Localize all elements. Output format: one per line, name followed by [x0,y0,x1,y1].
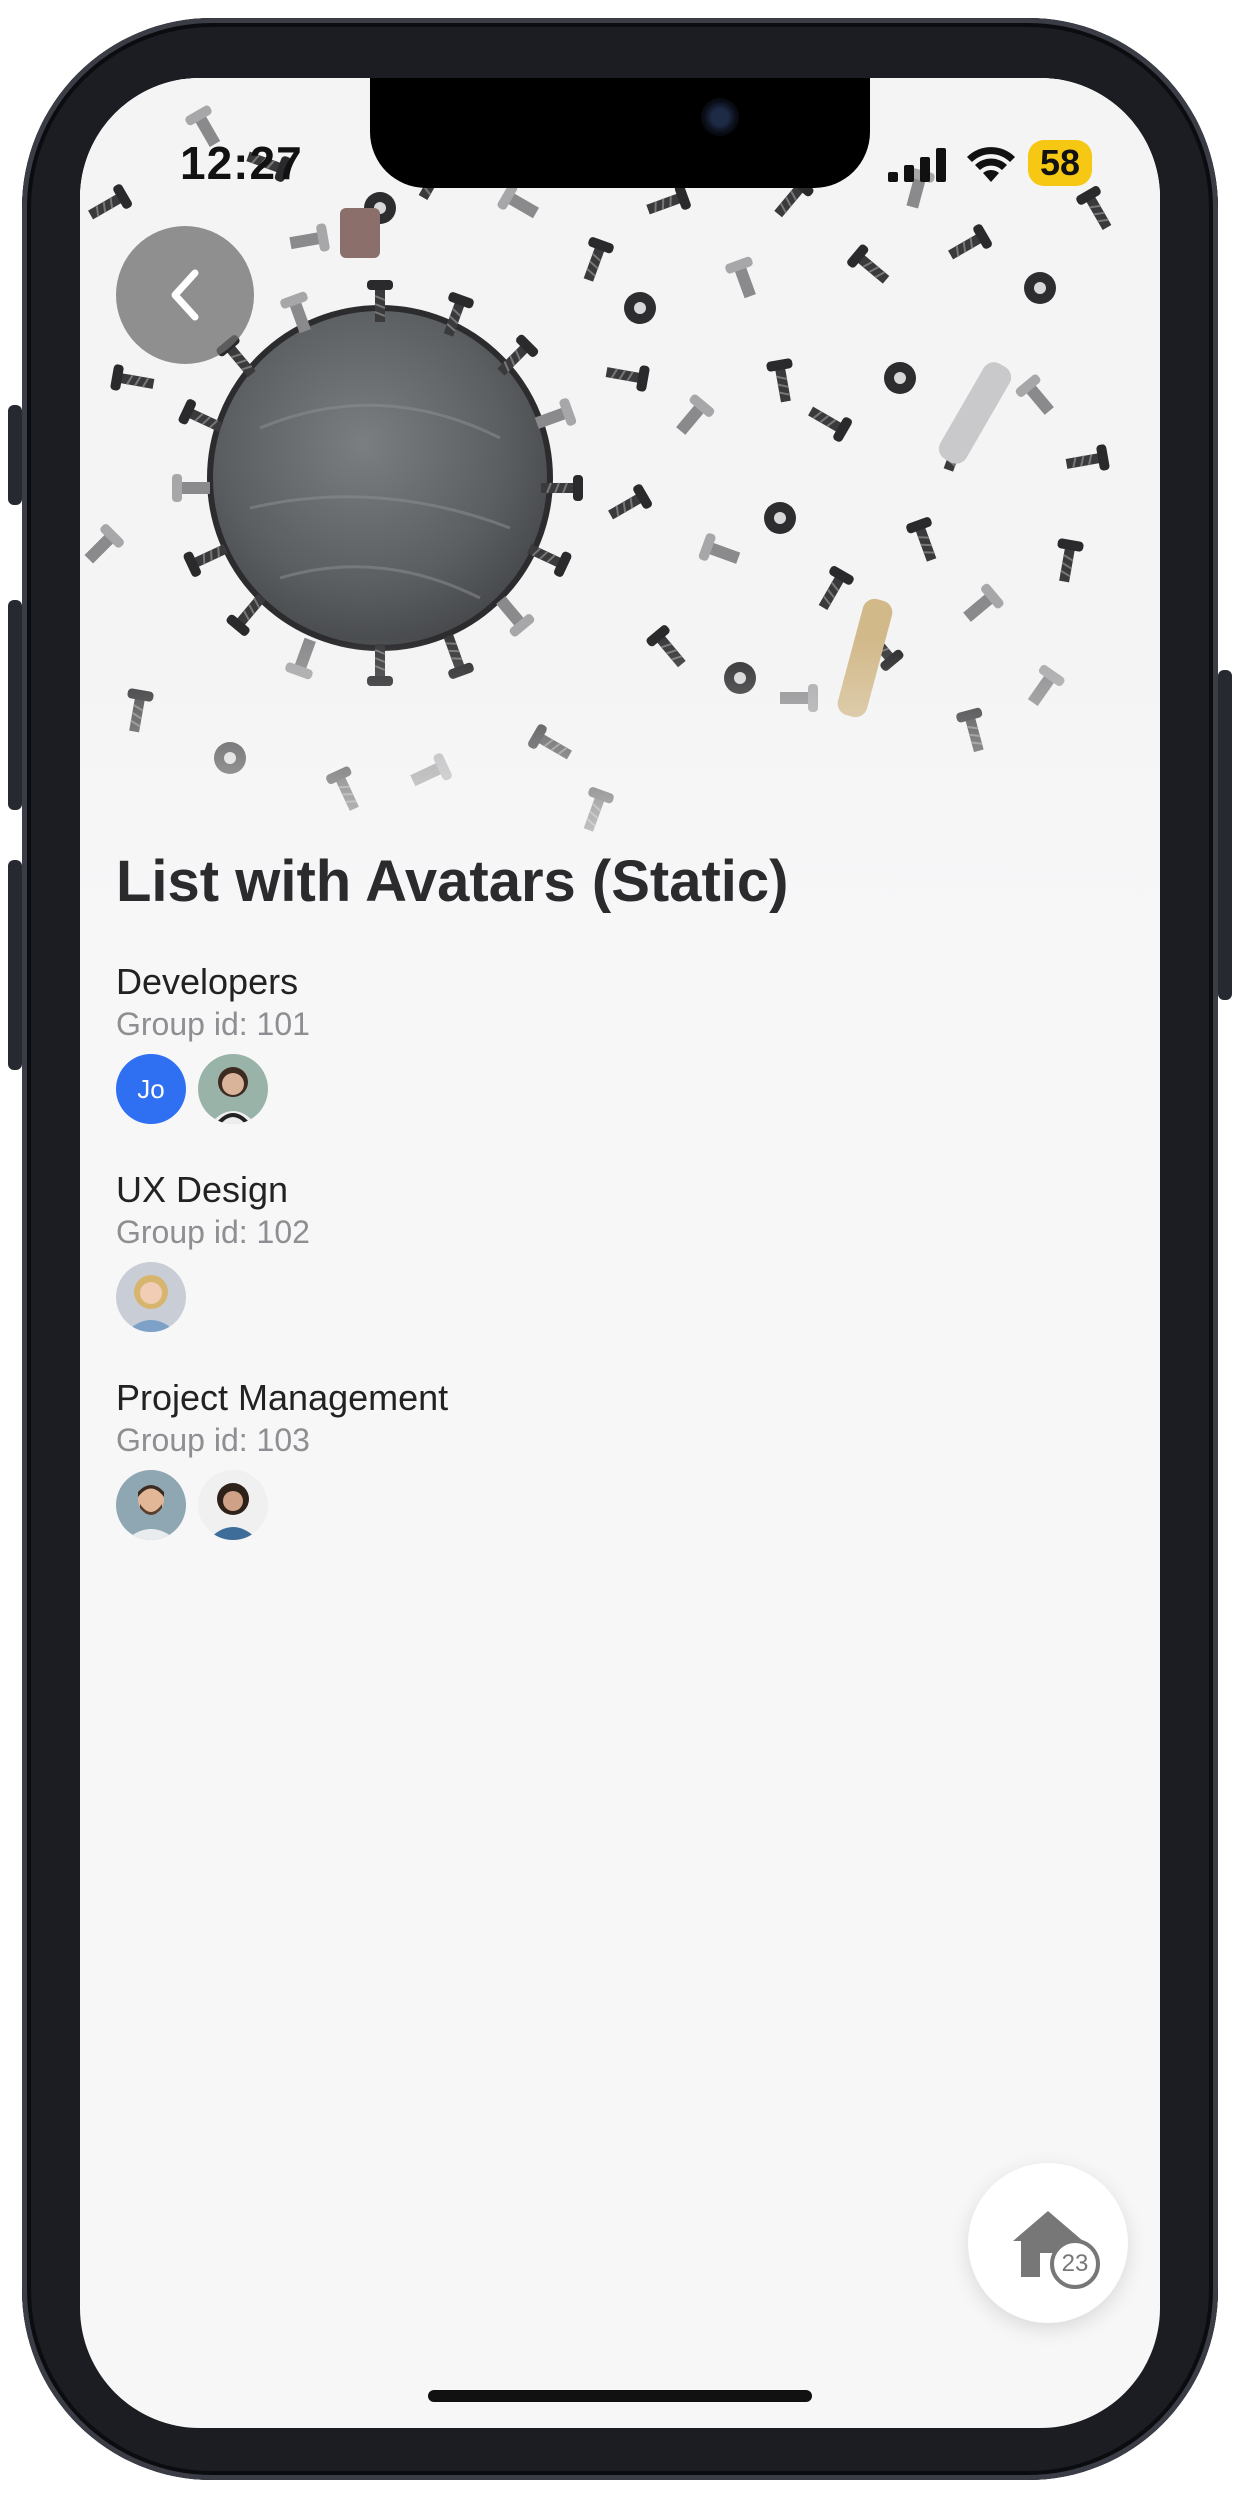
group-item-ux-design[interactable]: UX Design Group id: 102 [116,1168,310,1332]
group-id: Group id: 102 [116,1214,310,1250]
group-item-project-management[interactable]: Project Management Group id: 103 [116,1376,448,1540]
group-item-developers[interactable]: Developers Group id: 101 Jo [116,960,310,1124]
avatar-group: Jo [116,1054,310,1124]
action-button [8,405,22,505]
front-camera [701,98,739,136]
home-indicator[interactable] [428,2390,812,2402]
group-name: UX Design [116,1169,289,1210]
wifi-icon [967,147,1015,182]
group-name: Project Management [116,1377,449,1418]
avatar-initials: Jo [137,1073,165,1104]
chevron-left-icon [171,269,199,321]
avatar-group [116,1262,310,1332]
avatar-group [116,1470,448,1540]
home-fab-button[interactable]: 23 [968,2163,1128,2323]
volume-down-button [8,860,22,1070]
person-photo [198,1470,268,1540]
status-time: 12:27 [180,137,303,189]
page-title: List with Avatars (Static) [116,849,789,914]
power-button [1218,670,1232,1000]
avatar[interactable] [116,1470,186,1540]
person-photo [116,1262,186,1332]
person-photo [116,1470,186,1540]
hero-image [80,78,1160,958]
group-name: Developers [116,961,299,1002]
person-photo [198,1054,268,1124]
avatar[interactable] [198,1470,268,1540]
notification-badge: 23 [1050,2239,1100,2289]
group-id: Group id: 101 [116,1006,310,1042]
avatar[interactable] [116,1262,186,1332]
avatar[interactable]: Jo [116,1054,186,1124]
avatar[interactable] [198,1054,268,1124]
back-button[interactable] [116,226,254,364]
group-id: Group id: 103 [116,1422,310,1458]
screen: 12:27 58 List with Avatars (Static) Deve… [80,78,1160,2428]
battery-indicator: 58 [1028,140,1093,186]
cellular-signal-icon [888,148,946,182]
volume-up-button [8,600,22,810]
notch [370,78,870,188]
